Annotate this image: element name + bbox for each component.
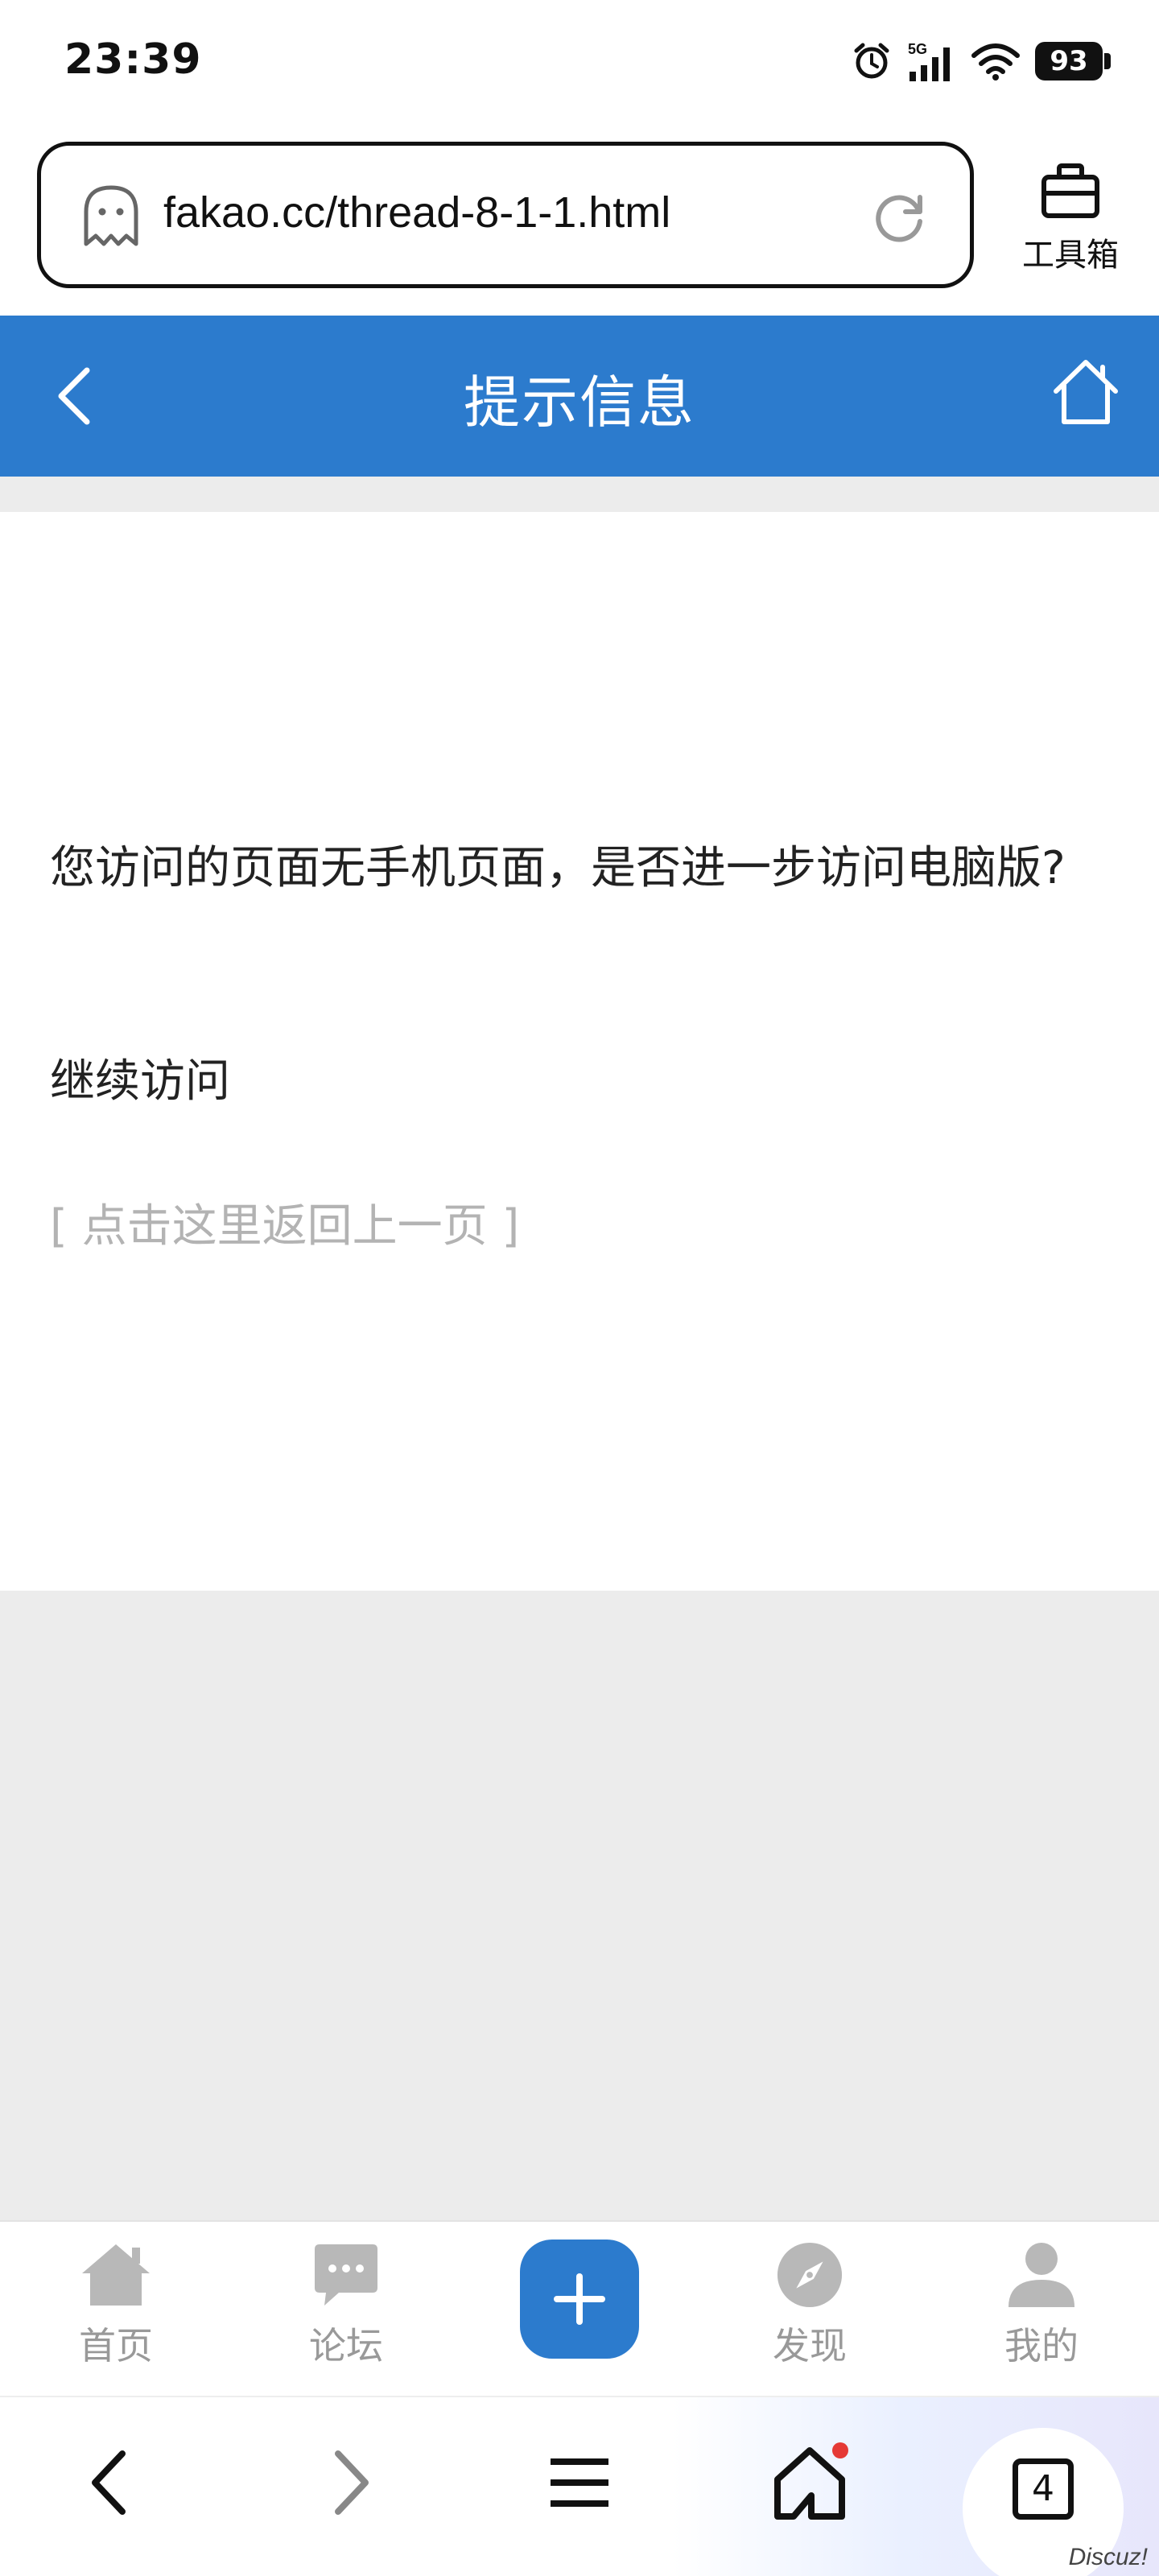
notification-dot <box>832 2442 848 2458</box>
signal-icon: 5G <box>908 41 950 81</box>
nav-item-mine[interactable]: 我的 <box>961 2241 1122 2370</box>
toolbox-button[interactable]: 工具箱 <box>1006 153 1135 290</box>
reload-icon[interactable] <box>868 186 930 247</box>
network-label: 5G <box>908 41 927 57</box>
browser-bottom-bar: 4 Discuz! <box>0 2396 1159 2576</box>
message-panel: 您访问的页面无手机页面，是否进一步访问电脑版? 继续访问 [ 点击这里返回上一页… <box>0 512 1159 1591</box>
discuz-watermark: Discuz! <box>1068 2544 1148 2570</box>
browser-back-icon[interactable] <box>72 2442 153 2523</box>
user-icon <box>1008 2243 1074 2307</box>
continue-visit-link[interactable]: 继续访问 <box>50 1045 230 1110</box>
url-text[interactable]: fakao.cc/thread-8-1-1.html <box>163 188 670 237</box>
compass-icon <box>777 2242 843 2308</box>
address-bar[interactable]: fakao.cc/thread-8-1-1.html <box>37 142 974 288</box>
status-time: 23:39 <box>64 35 202 84</box>
home-icon <box>82 2244 150 2306</box>
nav-item-home[interactable]: 首页 <box>35 2241 196 2370</box>
chat-bubble-icon <box>315 2244 377 2306</box>
nav-label-forum: 论坛 <box>309 2324 383 2368</box>
page-header: 提示信息 <box>0 316 1159 477</box>
briefcase-icon <box>1041 163 1099 218</box>
nav-item-discover[interactable]: 发现 <box>729 2241 890 2370</box>
browser-home-icon[interactable] <box>769 2442 850 2523</box>
page-title: 提示信息 <box>464 369 695 436</box>
alarm-icon <box>854 43 889 79</box>
status-icons: 5G 93 <box>852 37 1111 85</box>
browser-forward-icon[interactable] <box>307 2442 388 2523</box>
toolbox-label: 工具箱 <box>1022 237 1119 274</box>
nav-item-forum[interactable]: 论坛 <box>266 2241 427 2370</box>
nav-label-home: 首页 <box>79 2324 153 2368</box>
site-bottom-nav: 首页 论坛 发现 我的 <box>0 2220 1159 2396</box>
battery-indicator: 93 <box>1035 42 1111 80</box>
nav-label-mine: 我的 <box>1004 2324 1079 2368</box>
header-divider-strip <box>0 477 1159 512</box>
tab-count-button[interactable]: 4 <box>1013 2458 1074 2520</box>
notice-message: 您访问的页面无手机页面，是否进一步访问电脑版? <box>50 842 1066 894</box>
ghost-icon <box>84 185 138 246</box>
wifi-icon <box>971 43 1020 80</box>
status-bar: 23:39 5G 93 <box>0 0 1159 129</box>
return-previous-page-link[interactable]: [ 点击这里返回上一页 ] <box>50 1190 519 1255</box>
nav-label-discover: 发现 <box>773 2324 847 2368</box>
browser-menu-icon[interactable] <box>539 2442 620 2523</box>
home-icon[interactable] <box>1050 356 1122 428</box>
post-plus-button[interactable] <box>520 2240 639 2359</box>
empty-background <box>0 1591 1159 2220</box>
